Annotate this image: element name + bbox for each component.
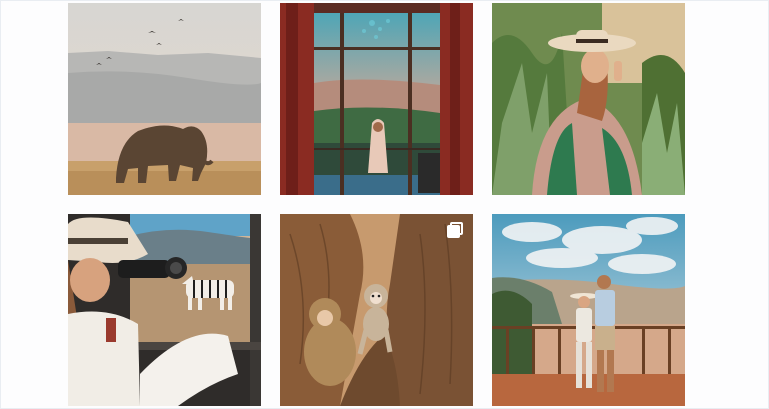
post-tile-balcony[interactable] (280, 3, 473, 195)
elephant-photo (68, 3, 261, 195)
woman-hat-photo (492, 3, 685, 195)
balcony-photo (280, 3, 473, 195)
couple-photo (492, 214, 685, 406)
photographer-photo (68, 214, 261, 406)
post-tile-elephant[interactable] (68, 3, 261, 195)
post-tile-monkeys[interactable] (280, 214, 473, 406)
photo-grid (0, 0, 769, 409)
post-tile-couple[interactable] (492, 214, 685, 406)
post-tile-woman-hat[interactable] (492, 3, 685, 195)
post-tile-photographer[interactable] (68, 214, 261, 406)
monkeys-photo (280, 214, 473, 406)
gallery-frame (0, 0, 769, 409)
multiple-photos-icon (447, 222, 463, 238)
